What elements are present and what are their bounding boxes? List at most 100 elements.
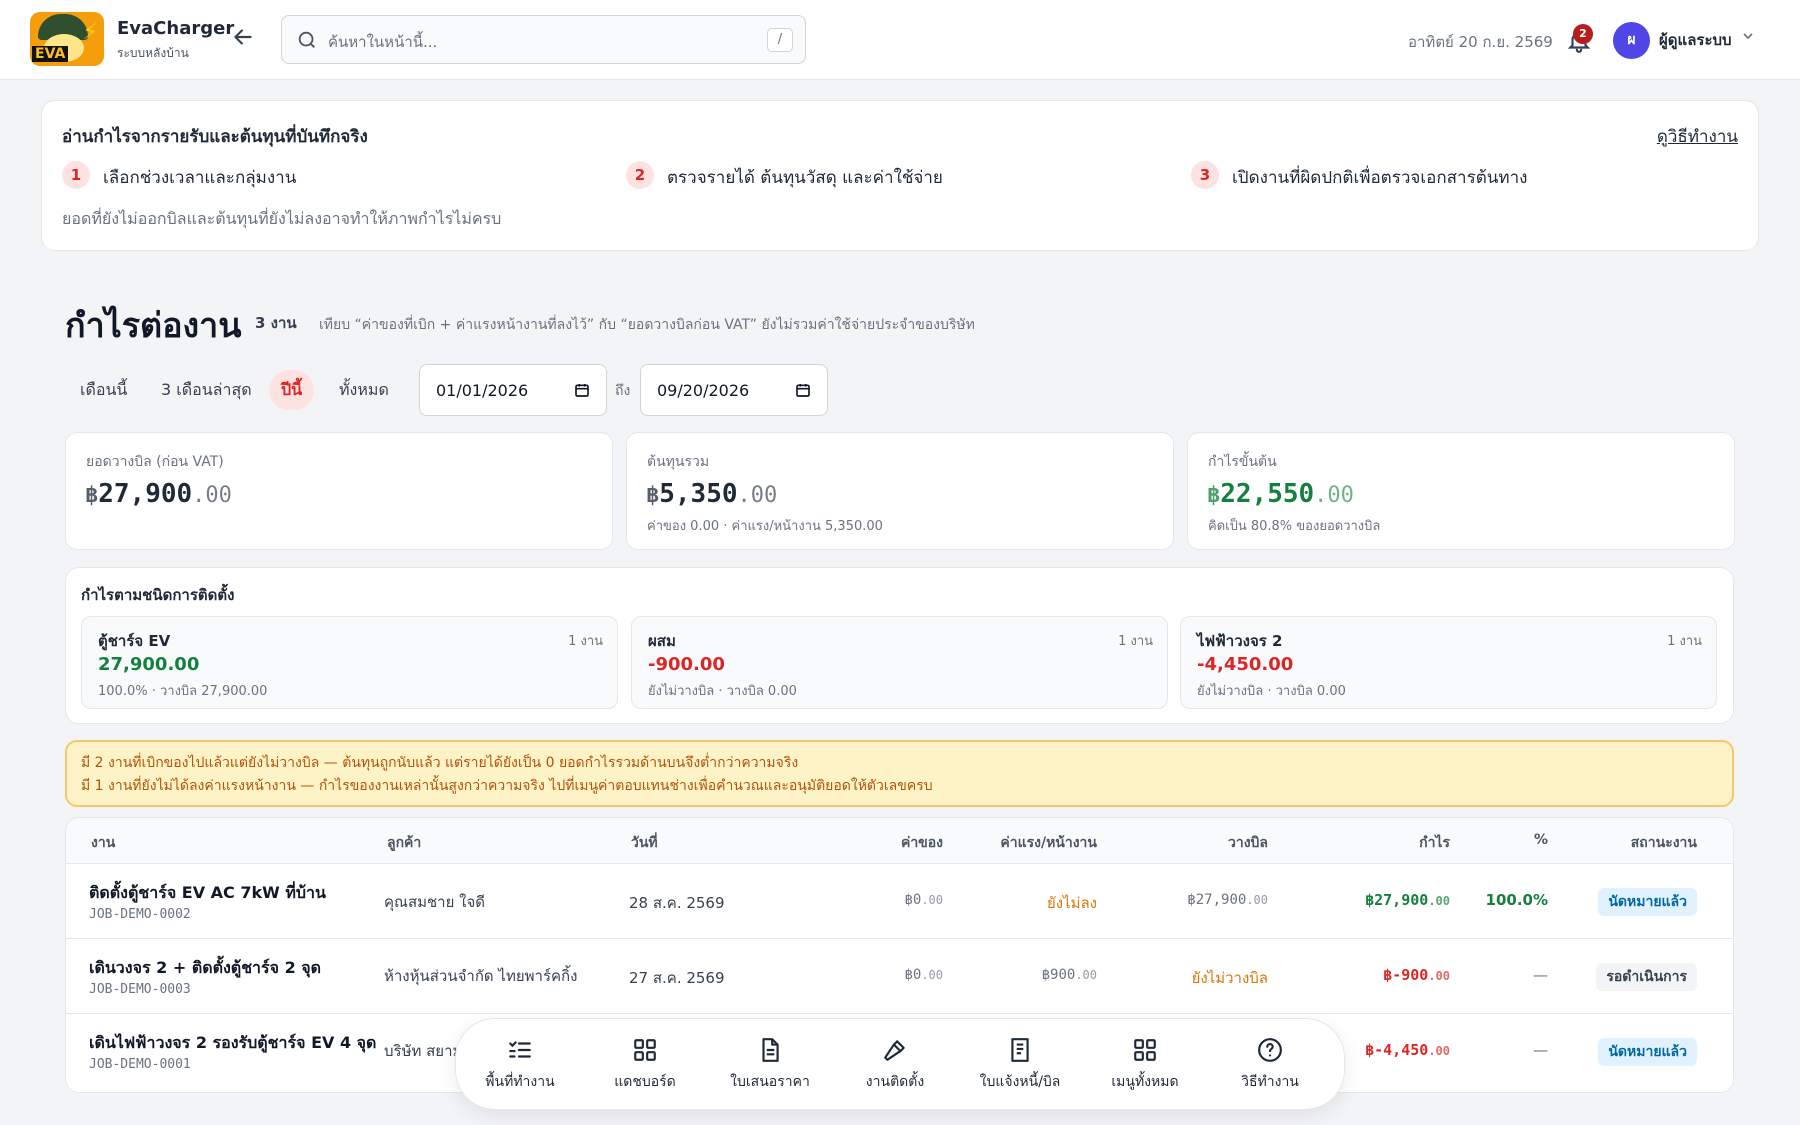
material-cost: ฿0.00 (904, 967, 943, 983)
calendar-icon[interactable] (795, 382, 811, 398)
type-sub: 100.0% · วางบิล 27,900.00 (98, 684, 268, 699)
summary-amount: ฿27,900.00 (85, 479, 232, 509)
search-shortcut: / (767, 28, 793, 52)
notification-badge: 2 (1573, 24, 1593, 44)
calendar-icon[interactable] (574, 382, 590, 398)
avatar[interactable]: ผ (1613, 22, 1650, 59)
summary-label: ต้นทุนรวม (647, 454, 710, 470)
col-date[interactable]: วันที่ (631, 832, 658, 854)
hammer-icon (884, 1040, 905, 1061)
summary-billed-card: ยอดวางบิล (ก่อน VAT) ฿27,900.00 (65, 432, 613, 550)
summary-amount: ฿5,350.00 (646, 479, 778, 509)
search-icon (298, 31, 315, 48)
logo-text: EVA (32, 46, 69, 62)
brand-subtitle: ระบบหลังบ้าน (117, 46, 189, 60)
brand-logo[interactable]: ⚡ EVA (30, 12, 104, 66)
step-text: เลือกช่วงเวลาและกลุ่มงาน (103, 168, 297, 188)
guide-link[interactable]: ดูวิธีทำงาน (1657, 123, 1738, 150)
nav-label: ใบแจ้งหนี้/บิล (979, 1074, 1061, 1090)
search-input[interactable]: ค้นหาในหน้านี้... / (281, 15, 806, 64)
filter-this-year[interactable]: ปีนี้ (269, 370, 315, 410)
type-profit: -4,450.00 (1197, 654, 1294, 675)
job-title[interactable]: เดินวงจร 2 + ติดตั้งตู้ชาร์จ 2 จุด (89, 956, 321, 981)
page-title: กำไรต่องาน (65, 306, 242, 346)
filter-last-3-months[interactable]: 3 เดือนล่าสุด (149, 370, 264, 410)
nav-invoice[interactable]: ใบแจ้งหนี้/บิล (960, 1037, 1080, 1097)
type-card-ev-charger[interactable]: ตู้ชาร์จ EV 1 งาน 27,900.00 100.0% · วาง… (81, 616, 618, 709)
step-number: 1 (62, 161, 90, 189)
step-text: ตรวจรายได้ ต้นทุนวัสดุ และค่าใช้จ่าย (667, 168, 943, 188)
filter-all[interactable]: ทั้งหมด (327, 370, 401, 410)
guide-title: อ่านกำไรจากรายรับและต้นทุนที่บันทึกจริง (62, 127, 368, 147)
nav-all-menu[interactable]: เมนูทั้งหมด (1085, 1037, 1205, 1097)
col-material[interactable]: ค่าของ (901, 832, 943, 854)
col-customer[interactable]: ลูกค้า (387, 832, 421, 854)
job-date: 27 ส.ค. 2569 (629, 969, 725, 987)
nav-label: ใบเสนอราคา (730, 1074, 810, 1090)
summary-label: กำไรขั้นต้น (1208, 454, 1277, 470)
customer-name: คุณสมชาย ใจดี (384, 893, 486, 911)
date-to-input[interactable]: 09/20/2026 (640, 364, 828, 416)
nav-help[interactable]: วิธีทำงาน (1210, 1037, 1330, 1097)
table-row[interactable]: ติดตั้งตู้ชาร์จ EV AC 7kW ที่บ้าน JOB-DE… (66, 864, 1733, 939)
customer-name: บริษัท สยาม (384, 1042, 463, 1060)
profit-amount: ฿-4,450.00 (1365, 1041, 1450, 1059)
nav-label: พื้นที่ทำงาน (485, 1074, 555, 1090)
profit-percent: — (1533, 966, 1548, 984)
nav-label: วิธีทำงาน (1241, 1074, 1299, 1090)
type-card-mixed[interactable]: ผสม 1 งาน -900.00 ยังไม่วางบิล · วางบิล … (631, 616, 1168, 709)
warning-line: มี 2 งานที่เบิกของไปแล้วแต่ยังไม่วางบิล … (81, 755, 799, 771)
table-row[interactable]: เดินวงจร 2 + ติดตั้งตู้ชาร์จ 2 จุด JOB-D… (66, 939, 1733, 1014)
nav-label: เมนูทั้งหมด (1111, 1074, 1179, 1090)
type-count: 1 งาน (1118, 634, 1153, 649)
job-code: JOB-DEMO-0002 (89, 907, 191, 922)
billed-amount: ฿27,900.00 (1187, 892, 1268, 908)
date-from-input[interactable]: 01/01/2026 (419, 364, 607, 416)
date-range-to-label: ถึง (615, 383, 631, 399)
col-status[interactable]: สถานะงาน (1631, 832, 1697, 854)
billed-amount: ยังไม่วางบิล (1191, 969, 1268, 987)
job-title[interactable]: เดินไฟฟ้าวงจร 2 รองรับตู้ชาร์จ EV 4 จุด (89, 1031, 376, 1056)
col-profit[interactable]: กำไร (1419, 832, 1450, 854)
summary-sub: ค่าของ 0.00 · ค่าแรง/หน้างาน 5,350.00 (647, 519, 883, 534)
warning-line: มี 1 งานที่ยังไม่ได้ลงค่าแรงหน้างาน — กำ… (81, 778, 933, 794)
type-name: ผสม (648, 632, 676, 650)
brand-name: EvaCharger (117, 18, 235, 39)
chevron-down-icon[interactable] (1740, 28, 1756, 48)
nav-label: แดชบอร์ด (614, 1074, 676, 1090)
profit-amount: ฿27,900.00 (1365, 891, 1450, 909)
type-name: ไฟฟ้าวงจร 2 (1197, 632, 1283, 650)
grid-icon (1134, 1039, 1156, 1061)
back-arrow-icon[interactable] (230, 24, 256, 50)
guide-card: อ่านกำไรจากรายรับและต้นทุนที่บันทึกจริง … (41, 100, 1759, 251)
status-badge: นัดหมายแล้ว (1598, 888, 1697, 916)
user-name[interactable]: ผู้ดูแลระบบ (1659, 28, 1732, 52)
type-name: ตู้ชาร์จ EV (98, 632, 171, 650)
summary-label: ยอดวางบิล (ก่อน VAT) (86, 454, 224, 470)
nav-workspace[interactable]: พื้นที่ทำงาน (460, 1037, 580, 1097)
col-labor[interactable]: ค่าแรง/หน้างาน (1000, 832, 1097, 854)
receipt-icon (1011, 1038, 1029, 1062)
type-card-circuit-2[interactable]: ไฟฟ้าวงจร 2 1 งาน -4,450.00 ยังไม่วางบิล… (1180, 616, 1717, 709)
col-billed[interactable]: วางบิล (1228, 832, 1268, 854)
col-percent[interactable]: % (1534, 832, 1548, 848)
profit-percent: 100.0% (1485, 891, 1548, 909)
nav-dashboard[interactable]: แดชบอร์ด (585, 1037, 705, 1097)
col-job[interactable]: งาน (91, 832, 115, 854)
filter-this-month[interactable]: เดือนนี้ (68, 370, 139, 410)
type-profit: -900.00 (648, 654, 725, 675)
type-profit: 27,900.00 (98, 654, 200, 675)
date-from-value: 01/01/2026 (436, 381, 529, 400)
step-number: 2 (626, 161, 654, 189)
bottom-nav: พื้นที่ทำงาน แดชบอร์ด ใบเสนอราคา งานติดต… (455, 1018, 1345, 1110)
nav-quotation[interactable]: ใบเสนอราคา (710, 1037, 830, 1097)
labor-cost: ยังไม่ลง (1046, 894, 1097, 912)
step-number: 3 (1191, 161, 1219, 189)
nav-installation[interactable]: งานติดตั้ง (835, 1037, 955, 1097)
summary-amount: ฿22,550.00 (1207, 479, 1354, 509)
job-title[interactable]: ติดตั้งตู้ชาร์จ EV AC 7kW ที่บ้าน (89, 881, 326, 906)
job-code: JOB-DEMO-0001 (89, 1057, 191, 1072)
labor-cost: ฿900.00 (1041, 967, 1097, 983)
profit-amount: ฿-900.00 (1383, 966, 1450, 984)
type-count: 1 งาน (568, 634, 603, 649)
